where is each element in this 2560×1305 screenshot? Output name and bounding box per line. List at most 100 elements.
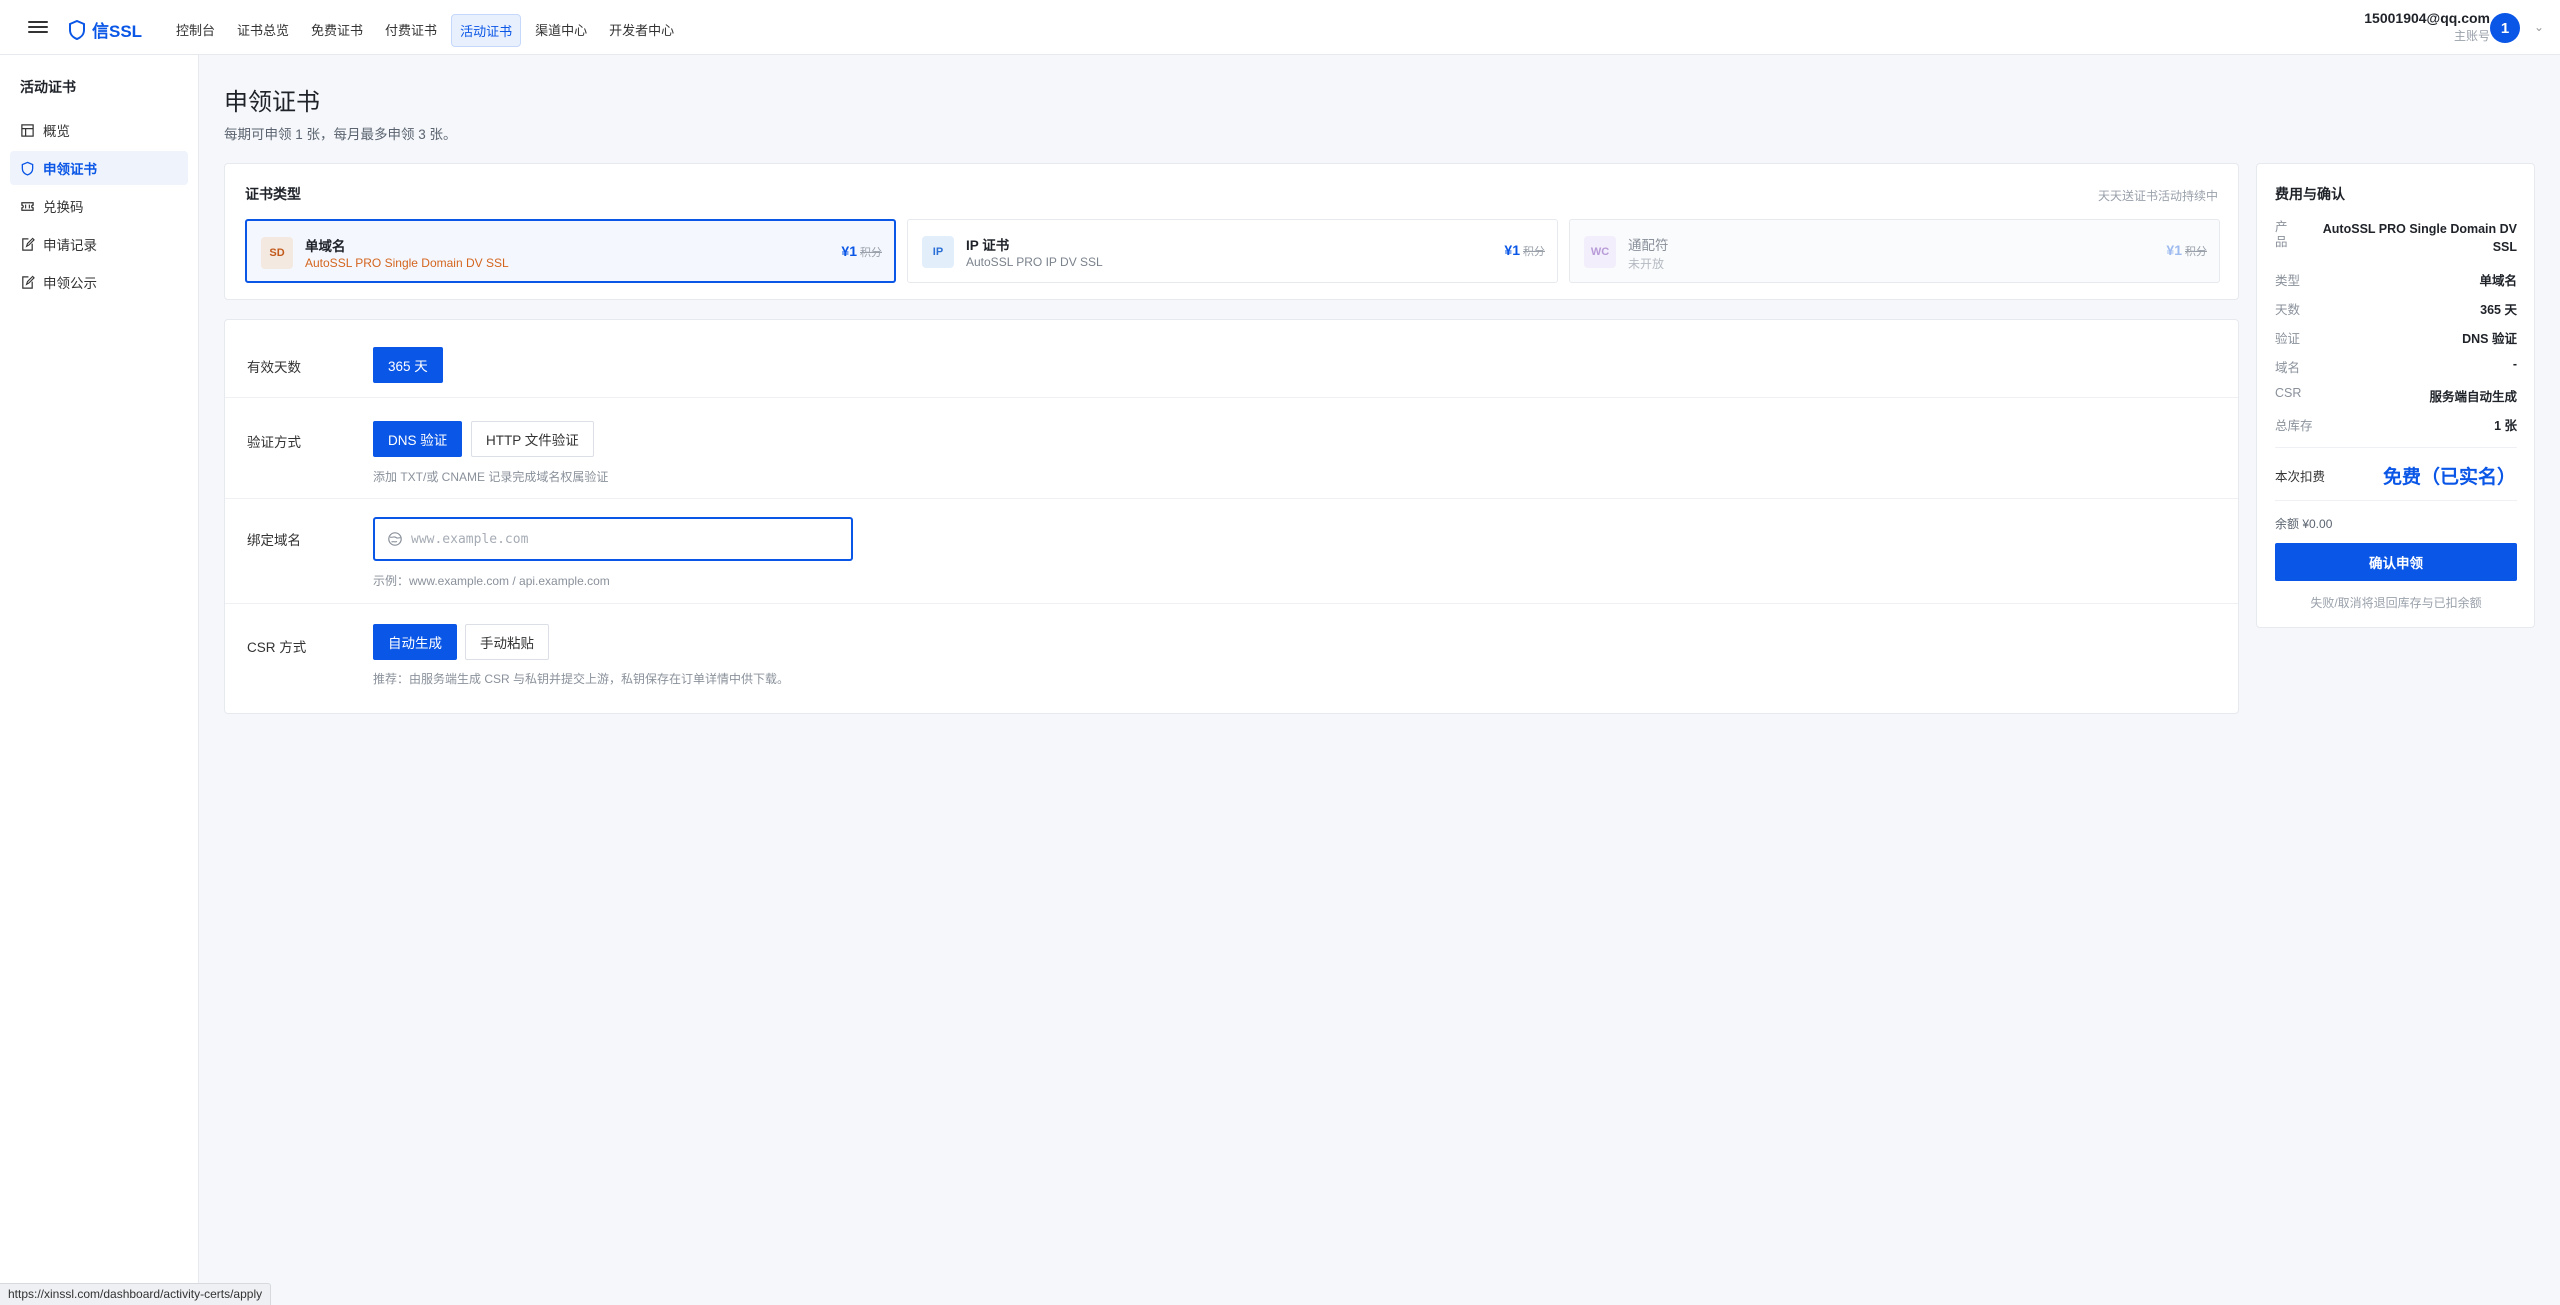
menu-icon[interactable] bbox=[28, 18, 48, 36]
summary-key: CSR bbox=[2275, 386, 2302, 400]
summary-value: - bbox=[2512, 357, 2517, 371]
summary-divider bbox=[2275, 447, 2517, 448]
globe-icon bbox=[388, 532, 402, 546]
sidebar-item-label: 申请记录 bbox=[43, 238, 97, 253]
activity-hint: 天天送证书活动持续中 bbox=[2097, 189, 2218, 203]
sidebar-item-overview[interactable]: 概览 bbox=[10, 113, 188, 147]
verify-label: 验证方式 bbox=[247, 435, 301, 450]
nav-activity-certs[interactable]: 活动证书 bbox=[451, 14, 522, 47]
top-nav: 控制台 证书总览 免费证书 付费证书 活动证书 渠道中心 开发者中心 bbox=[168, 14, 682, 47]
validity-label: 有效天数 bbox=[247, 360, 301, 375]
nav-free-certs[interactable]: 免费证书 bbox=[303, 14, 371, 47]
option-price: ¥1 积分 bbox=[1504, 242, 1545, 258]
cert-type-card: 证书类型 天天送证书活动持续中 SD 单域名 AutoSSL PRO Singl… bbox=[224, 163, 2239, 300]
page-subtitle: 每期可申领 1 张，每月最多申领 3 张。 bbox=[224, 127, 457, 142]
domain-input-box[interactable] bbox=[373, 517, 853, 561]
summary-key: 产品 bbox=[2275, 220, 2288, 249]
validity-365-button[interactable]: 365 天 bbox=[373, 347, 443, 383]
fee-value: 免费（已实名） bbox=[2382, 467, 2516, 488]
verify-hint: 添加 TXT/或 CNAME 记录完成域名权属验证 bbox=[373, 470, 609, 484]
layout-icon bbox=[21, 123, 34, 137]
avatar[interactable]: 1 bbox=[2490, 13, 2520, 43]
summary-value: AutoSSL PRO Single Domain DV SSL bbox=[2322, 222, 2517, 254]
top-bar: 信SSL 控制台 证书总览 免费证书 付费证书 活动证书 渠道中心 开发者中心 … bbox=[0, 0, 2560, 55]
cert-option-ip[interactable]: IP IP 证书 AutoSSL PRO IP DV SSL ¥1 积分 bbox=[907, 219, 1558, 283]
user-role: 主账号 bbox=[2453, 29, 2490, 43]
nav-channel-center[interactable]: 渠道中心 bbox=[527, 14, 595, 47]
option-price: ¥1 积分 bbox=[841, 243, 882, 259]
option-desc: AutoSSL PRO Single Domain DV SSL bbox=[305, 256, 509, 270]
sidebar-item-apply-cert[interactable]: 申领证书 bbox=[10, 151, 188, 185]
nav-developer-center[interactable]: 开发者中心 bbox=[601, 14, 682, 47]
sd-badge-icon: SD bbox=[261, 237, 293, 269]
sidebar-item-public-notice[interactable]: 申领公示 bbox=[10, 265, 188, 299]
option-desc: 未开放 bbox=[1628, 257, 1665, 271]
sidebar-item-label: 申领证书 bbox=[43, 162, 97, 177]
verify-row: 验证方式 DNS 验证 HTTP 文件验证 添加 TXT/或 CNAME 记录完… bbox=[225, 398, 2238, 499]
brand-name: 信SSL bbox=[92, 22, 143, 41]
chevron-down-icon[interactable]: ⌄ bbox=[2534, 20, 2544, 34]
domain-input[interactable] bbox=[411, 531, 831, 547]
shield-icon bbox=[21, 161, 34, 176]
user-email: 15001904@qq.com bbox=[2364, 10, 2490, 26]
user-info[interactable]: 15001904@qq.com 主账号 bbox=[2364, 10, 2490, 44]
apply-form-card: 有效天数 365 天 验证方式 DNS 验证 HTTP 文件验证 添加 TXT/… bbox=[224, 319, 2239, 714]
edit-doc-icon bbox=[22, 275, 35, 289]
edit-doc-icon bbox=[22, 237, 35, 251]
csr-row: CSR 方式 自动生成 手动粘贴 推荐：由服务端生成 CSR 与私钥并提交上游，… bbox=[225, 604, 2238, 713]
option-price: ¥1 积分 bbox=[2166, 242, 2207, 258]
shield-logo-icon bbox=[69, 19, 85, 40]
wc-badge-icon: WC bbox=[1584, 236, 1616, 268]
summary-key: 域名 bbox=[2275, 361, 2301, 375]
option-desc: AutoSSL PRO IP DV SSL bbox=[966, 255, 1103, 269]
validity-row: 有效天数 365 天 bbox=[225, 320, 2238, 398]
nav-cert-overview[interactable]: 证书总览 bbox=[229, 14, 297, 47]
summary-divider bbox=[2275, 500, 2517, 501]
domain-hint: 示例：www.example.com / api.example.com bbox=[373, 574, 610, 588]
cert-option-wildcard[interactable]: WC 通配符 未开放 ¥1 积分 bbox=[1569, 219, 2220, 283]
nav-paid-certs[interactable]: 付费证书 bbox=[377, 14, 445, 47]
http-verify-button[interactable]: HTTP 文件验证 bbox=[471, 421, 594, 457]
sidebar-item-label: 申领公示 bbox=[43, 276, 97, 291]
fee-label: 本次扣费 bbox=[2275, 470, 2326, 484]
dns-verify-button[interactable]: DNS 验证 bbox=[373, 421, 463, 457]
sidebar-item-label: 兑换码 bbox=[43, 200, 84, 215]
summary-key: 验证 bbox=[2275, 332, 2301, 346]
summary-value: 1 张 bbox=[2494, 419, 2517, 433]
summary-key: 天数 bbox=[2275, 303, 2301, 317]
option-name: 通配符 bbox=[1628, 238, 1669, 253]
sidebar-item-redeem-code[interactable]: 兑换码 bbox=[10, 189, 188, 223]
logo[interactable]: 信SSL bbox=[68, 17, 142, 42]
summary-value: 服务端自动生成 bbox=[2429, 390, 2517, 404]
sidebar-title: 活动证书 bbox=[20, 79, 76, 95]
page-title: 申领证书 bbox=[224, 89, 320, 116]
summary-key: 总库存 bbox=[2275, 419, 2313, 433]
sidebar-item-label: 概览 bbox=[43, 124, 70, 139]
cert-option-single-domain[interactable]: SD 单域名 AutoSSL PRO Single Domain DV SSL … bbox=[245, 219, 896, 283]
summary-card: 费用与确认 产品 AutoSSL PRO Single Domain DV SS… bbox=[2256, 163, 2535, 628]
domain-label: 绑定域名 bbox=[247, 533, 301, 548]
csr-label: CSR 方式 bbox=[247, 640, 307, 655]
csr-auto-button[interactable]: 自动生成 bbox=[373, 624, 457, 660]
domain-row: 绑定域名 示例：www.example.com / api.example.co… bbox=[225, 499, 2238, 604]
csr-manual-button[interactable]: 手动粘贴 bbox=[465, 624, 549, 660]
summary-title: 费用与确认 bbox=[2275, 186, 2345, 202]
csr-hint: 推荐：由服务端生成 CSR 与私钥并提交上游，私钥保存在订单详情中供下载。 bbox=[373, 672, 790, 686]
option-name: 单域名 bbox=[305, 239, 346, 254]
ip-badge-icon: IP bbox=[922, 236, 954, 268]
summary-row-product: 产品 AutoSSL PRO Single Domain DV SSL bbox=[2275, 220, 2517, 256]
sidebar-item-apply-records[interactable]: 申请记录 bbox=[10, 227, 188, 261]
option-name: IP 证书 bbox=[966, 238, 1010, 253]
summary-key: 类型 bbox=[2275, 274, 2301, 288]
cert-type-title: 证书类型 bbox=[245, 186, 301, 202]
status-url: https://xinssl.com/dashboard/activity-ce… bbox=[0, 1283, 272, 1305]
confirm-note: 失败/取消将退回库存与已扣余额 bbox=[2310, 596, 2482, 610]
nav-console[interactable]: 控制台 bbox=[168, 14, 223, 47]
balance: 余额 ¥0.00 bbox=[2275, 517, 2333, 531]
ticket-icon bbox=[21, 201, 34, 211]
summary-value: DNS 验证 bbox=[2462, 332, 2517, 346]
summary-value: 单域名 bbox=[2479, 274, 2517, 288]
summary-value: 365 天 bbox=[2480, 303, 2517, 317]
sidebar: 活动证书 概览 申领证书 兑换码 申请记录 申领公示 bbox=[0, 55, 199, 1305]
confirm-apply-button[interactable]: 确认申领 bbox=[2275, 543, 2517, 581]
